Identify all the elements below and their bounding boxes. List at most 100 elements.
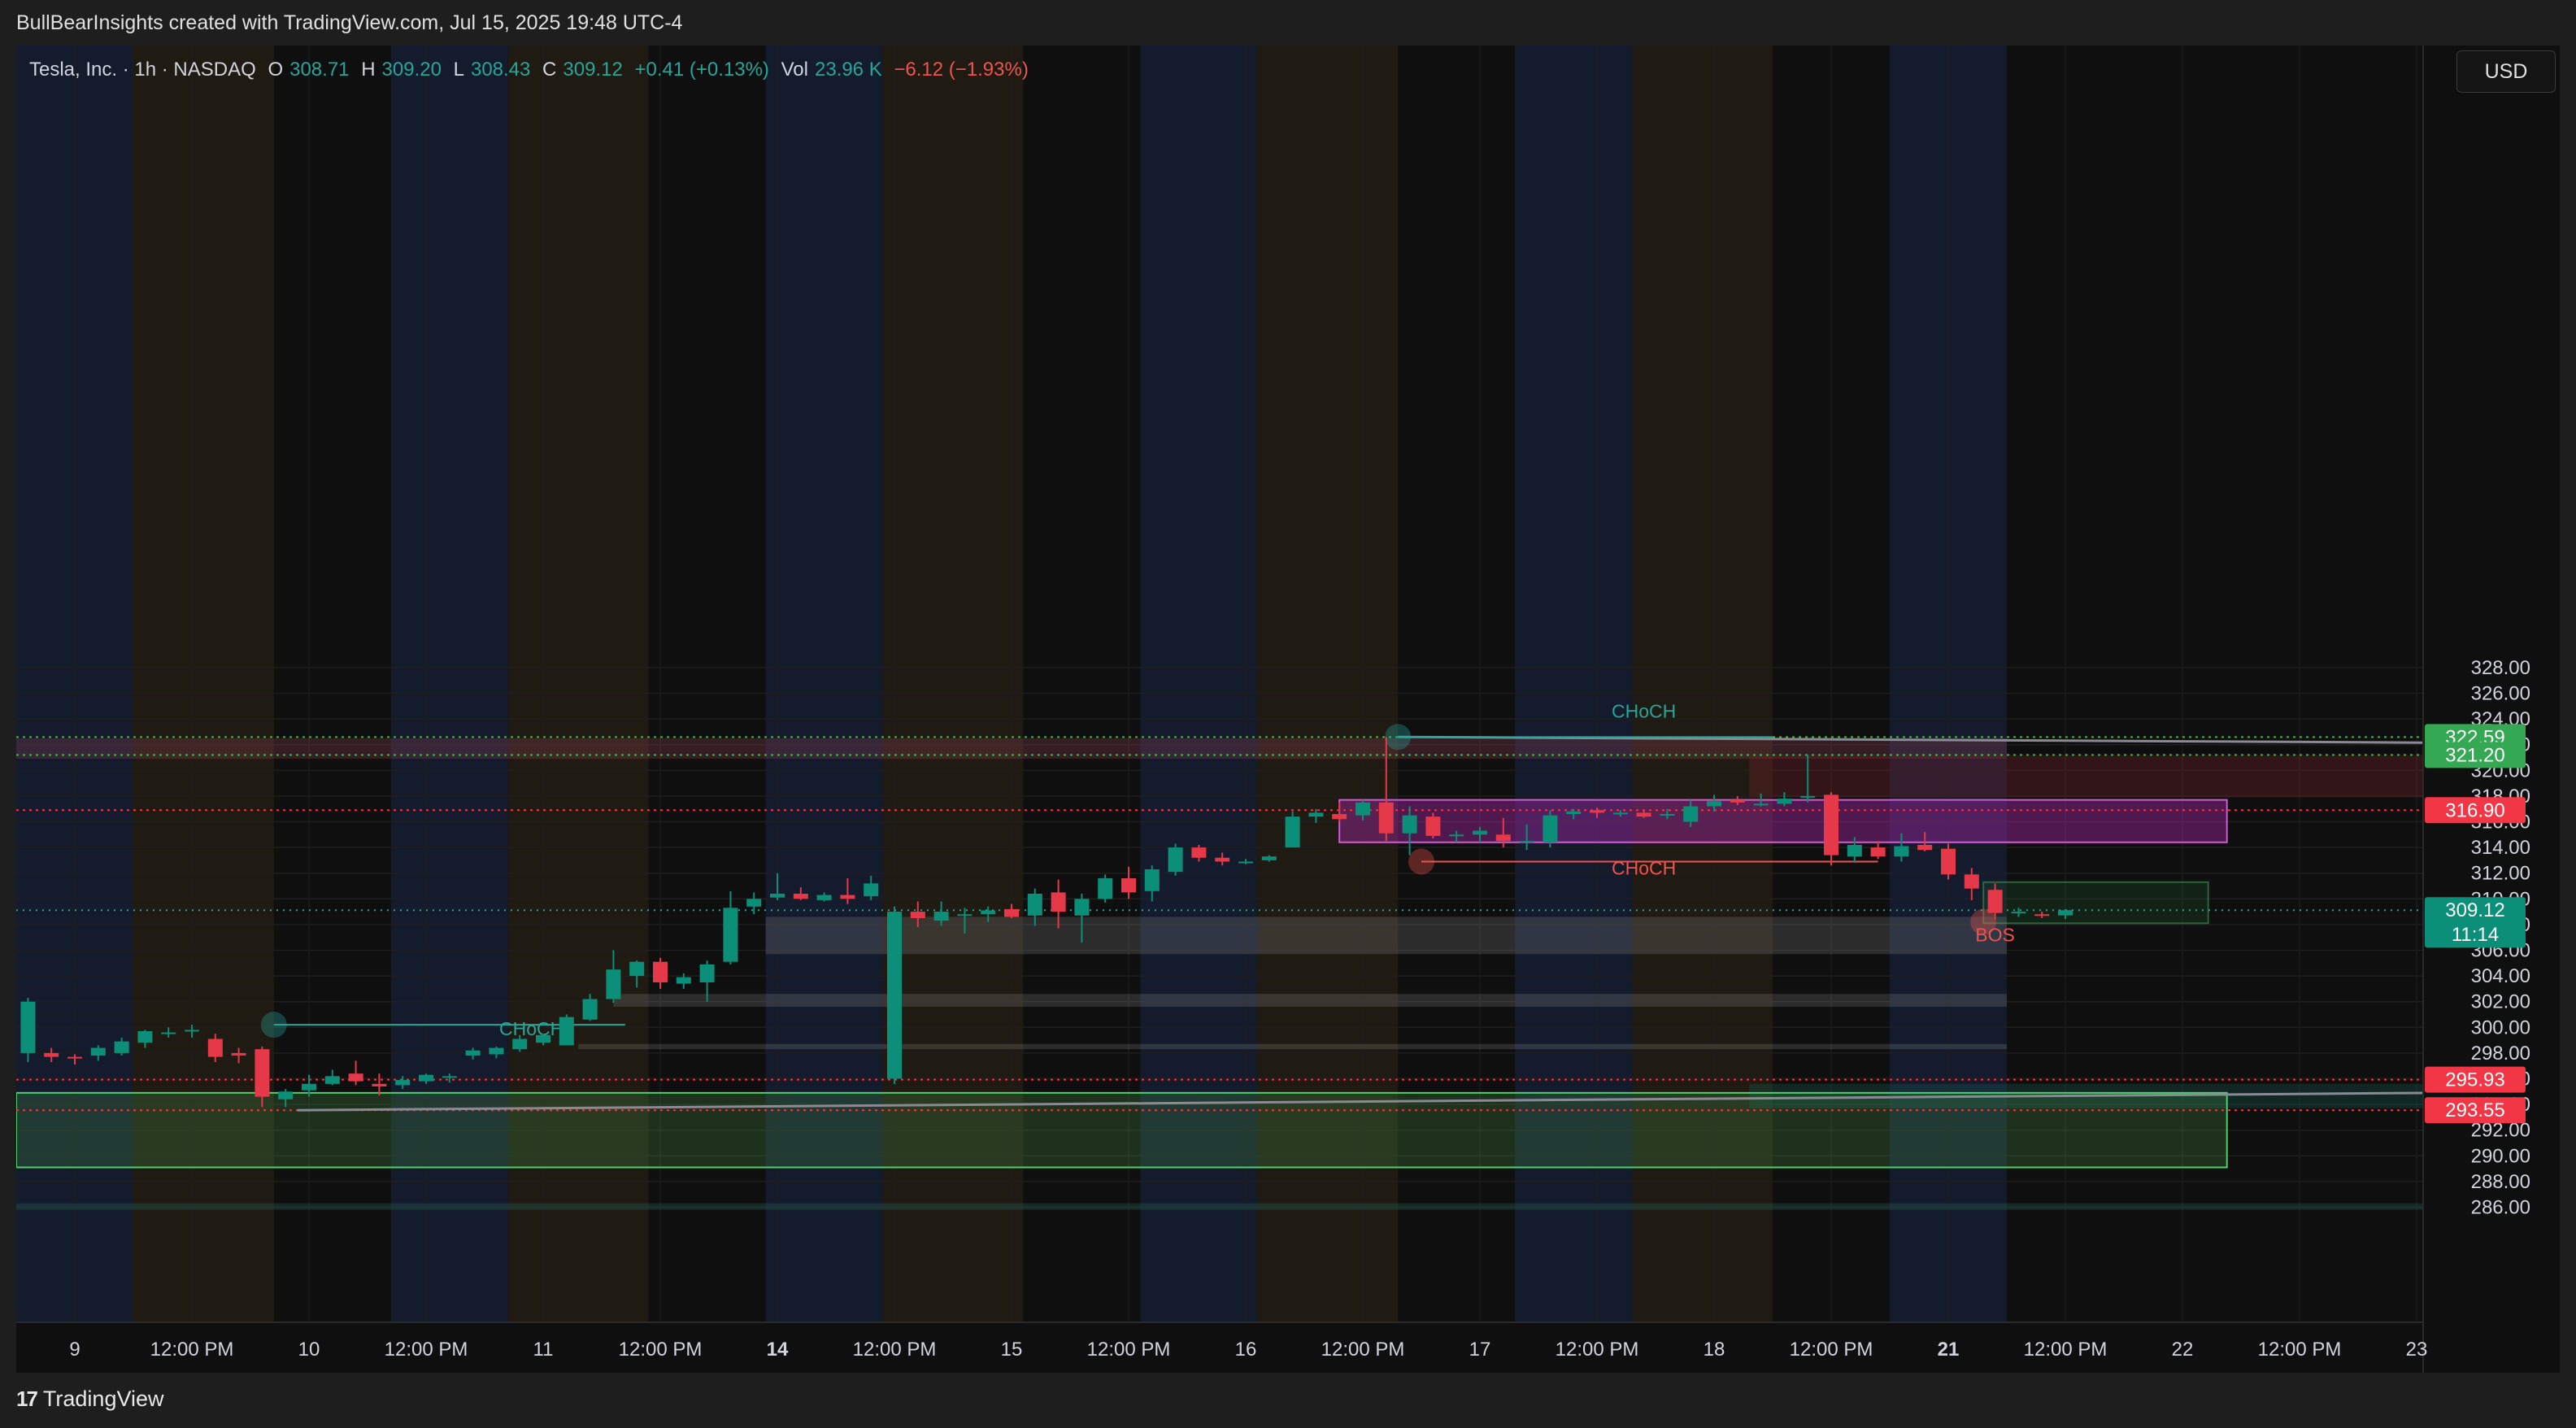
candle-body xyxy=(20,1001,36,1053)
candle-body xyxy=(137,1031,153,1043)
zone-green_small xyxy=(1982,881,2209,925)
legend-symbol[interactable]: Tesla, Inc. · 1h · NASDAQ xyxy=(29,59,256,81)
time-tick-label: 14 xyxy=(767,1339,789,1361)
footer-bar xyxy=(0,1373,2576,1428)
candle-body xyxy=(699,964,715,982)
candle-body xyxy=(1519,841,1534,843)
candle-body xyxy=(419,1074,433,1082)
candle-body xyxy=(1941,848,1956,875)
structure-label-choch: CHoCH xyxy=(499,1018,564,1039)
zone-pink xyxy=(1338,799,2228,843)
time-tick-label: 22 xyxy=(2172,1339,2194,1361)
currency-button[interactable]: USD xyxy=(2456,50,2556,93)
candle-body xyxy=(1402,815,1417,834)
candle-body xyxy=(278,1091,294,1099)
credit-text: BullBearInsights created with TradingVie… xyxy=(16,11,683,34)
candle-body xyxy=(1964,874,1979,889)
time-tick-label: 12:00 PM xyxy=(1087,1339,1171,1361)
price-tag-label: 316.90 xyxy=(2445,799,2504,821)
candle-body xyxy=(1495,834,1511,842)
price-tick-label: 300.00 xyxy=(2471,1017,2530,1038)
candlestick-chart[interactable]: CHoCHCHoCHCHoCHBOS286.00288.00290.00292.… xyxy=(16,46,2560,1373)
candle-body xyxy=(629,961,645,977)
time-tick-label: 12:00 PM xyxy=(385,1339,468,1361)
time-tick-label: 11 xyxy=(533,1339,554,1361)
candle-body xyxy=(1824,795,1838,855)
time-tick-label: 12:00 PM xyxy=(150,1339,234,1361)
candle-body xyxy=(161,1032,176,1034)
candle-body xyxy=(1121,878,1136,893)
time-tick-label: 12:00 PM xyxy=(2024,1339,2108,1361)
candle-body xyxy=(324,1076,340,1084)
candle-body xyxy=(1308,812,1324,817)
candle-body xyxy=(489,1047,504,1055)
price-tick-label: 290.00 xyxy=(2471,1145,2530,1167)
candle-body xyxy=(255,1049,270,1097)
bar-countdown: 11:14 xyxy=(2452,924,2499,946)
candle-body xyxy=(1566,811,1582,815)
candle-body xyxy=(1683,806,1699,822)
zone-gray xyxy=(765,916,2007,955)
price-tick-label: 328.00 xyxy=(2471,657,2530,679)
candle-body xyxy=(1847,844,1862,857)
candle-body xyxy=(1168,847,1183,873)
candle-body xyxy=(348,1073,363,1082)
tradingview-logo-icon: 17 xyxy=(16,1387,38,1411)
legend-volume-label: Vol xyxy=(781,59,808,81)
candle-body xyxy=(1191,847,1207,858)
price-tick-label: 304.00 xyxy=(2471,965,2530,987)
candle-body xyxy=(559,1017,574,1046)
candle-body xyxy=(840,895,855,899)
price-tag-label: 295.93 xyxy=(2445,1069,2504,1091)
time-tick-label: 12:00 PM xyxy=(853,1339,937,1361)
price-tick-label: 298.00 xyxy=(2471,1043,2530,1064)
candle-body xyxy=(1261,856,1277,860)
candle-body xyxy=(1378,802,1394,834)
legend-volume-value: 23.96 K xyxy=(814,59,882,81)
candle-body xyxy=(1590,810,1604,813)
time-tick-label: 12:00 PM xyxy=(1556,1339,1639,1361)
candle-body xyxy=(676,977,691,984)
time-tick-label: 17 xyxy=(1469,1339,1491,1361)
zone-supply xyxy=(1749,755,2423,798)
time-tick-label: 16 xyxy=(1235,1339,1257,1361)
candle-body xyxy=(1800,795,1816,798)
candle-body xyxy=(1027,893,1042,916)
time-tick-label: 9 xyxy=(69,1339,80,1361)
time-tick-label: 12:00 PM xyxy=(619,1339,703,1361)
candle-body xyxy=(207,1038,223,1057)
candle-body xyxy=(90,1047,106,1056)
candle-body xyxy=(1612,812,1628,815)
candle-body xyxy=(512,1038,528,1050)
candle-body xyxy=(1777,799,1792,804)
legend-close-label: C xyxy=(542,59,557,81)
candle-body xyxy=(1238,861,1253,864)
candle-body xyxy=(465,1050,481,1056)
candle-body xyxy=(1004,908,1019,917)
candle-body xyxy=(2034,914,2050,916)
legend-low-label: L xyxy=(453,59,464,81)
tradingview-brand[interactable]: 17 TradingView xyxy=(16,1387,164,1412)
price-tick-label: 302.00 xyxy=(2471,991,2530,1013)
candle-body xyxy=(1449,834,1464,837)
candle-body xyxy=(606,969,621,999)
candle-body xyxy=(1730,799,1745,803)
time-tick-label: 15 xyxy=(1001,1339,1023,1361)
top-bar: BullBearInsights created with TradingVie… xyxy=(0,0,2576,46)
candle-body xyxy=(910,912,925,918)
structure-label-choch: CHoCH xyxy=(1612,701,1676,722)
price-tick-label: 312.00 xyxy=(2471,863,2530,885)
legend-close-value: 309.12 xyxy=(563,59,623,81)
candle-body xyxy=(746,899,762,907)
candle-body xyxy=(793,893,808,899)
candle-body xyxy=(1543,815,1558,842)
candle-body xyxy=(653,961,668,982)
candle-body xyxy=(442,1076,457,1078)
candle-body xyxy=(185,1030,199,1032)
chart-area[interactable]: CHoCH CHoCH CHoCH BOS 286.00 288.00 290.00 292.… xyxy=(16,46,2560,1373)
candle-body xyxy=(1332,814,1347,820)
legend-high-label: H xyxy=(361,59,376,81)
time-tick-label: 12:00 PM xyxy=(1790,1339,1873,1361)
candle-body xyxy=(1870,847,1886,857)
candle-body xyxy=(1074,899,1090,916)
